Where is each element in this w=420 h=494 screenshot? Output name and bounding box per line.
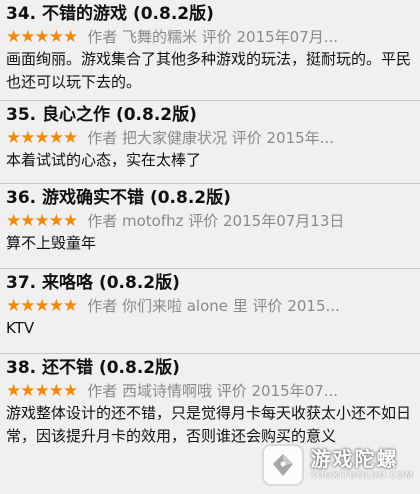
review-body: KTV — [6, 319, 35, 337]
review-body: 画面绚丽。游戏集合了其他多种游戏的玩法，挺耐玩的。平民也还可以玩下去的。 — [6, 50, 412, 91]
star-rating: ★★★★★ — [6, 27, 78, 47]
review-title: 36. 游戏确实不错 (0.8.2版) — [6, 188, 231, 208]
review-author-date: 作者 motofhz 评价 2015年07月13日 — [87, 212, 345, 230]
review-title: 37. 来咯咯 (0.8.2版) — [6, 273, 180, 293]
review-author-date: 作者 把大家健康状况 评价 2015年... — [87, 129, 334, 147]
watermark: 游戏陀螺 YOUXITUOLUO.COM — [262, 444, 414, 486]
review-meta: ★★★★★ 作者 把大家健康状况 评价 2015年... — [6, 127, 414, 149]
review-body: 算不上毁童年 — [6, 234, 97, 252]
review-item[interactable]: 36. 游戏确实不错 (0.8.2版) ★★★★★ 作者 motofhz 评价 … — [0, 184, 420, 269]
review-item[interactable]: 38. 还不错 (0.8.2版) ★★★★★ 作者 西域诗情啊哦 评价 2015… — [0, 354, 420, 494]
star-rating: ★★★★★ — [6, 211, 78, 231]
watermark-domain: YOUXITUOLUO.COM — [310, 471, 414, 481]
star-rating: ★★★★★ — [6, 296, 78, 316]
star-rating: ★★★★★ — [6, 381, 78, 401]
review-item[interactable]: 34. 不错的游戏 (0.8.2版) ★★★★★ 作者 飞舞的糯米 评价 201… — [0, 0, 420, 101]
star-rating: ★★★★★ — [6, 128, 78, 148]
review-title: 34. 不错的游戏 (0.8.2版) — [6, 4, 214, 24]
review-title: 38. 还不错 (0.8.2版) — [6, 358, 180, 378]
review-body: 本着试试的心态，实在太棒了 — [6, 151, 202, 169]
review-meta: ★★★★★ 作者 motofhz 评价 2015年07月13日 — [6, 210, 414, 232]
watermark-name: 游戏陀螺 — [310, 447, 399, 471]
review-meta: ★★★★★ 作者 西域诗情啊哦 评价 2015年07... — [6, 380, 414, 402]
review-item[interactable]: 37. 来咯咯 (0.8.2版) ★★★★★ 作者 你们来啦 alone 里 评… — [0, 269, 420, 354]
review-list: 34. 不错的游戏 (0.8.2版) ★★★★★ 作者 飞舞的糯米 评价 201… — [0, 0, 420, 494]
review-author-date: 作者 你们来啦 alone 里 评价 2015... — [87, 297, 340, 315]
review-author-date: 作者 西域诗情啊哦 评价 2015年07... — [87, 382, 339, 400]
review-title: 35. 良心之作 (0.8.2版) — [6, 105, 197, 125]
review-meta: ★★★★★ 作者 飞舞的糯米 评价 2015年07月... — [6, 26, 414, 48]
review-author-date: 作者 飞舞的糯米 评价 2015年07月... — [87, 28, 339, 46]
review-item[interactable]: 35. 良心之作 (0.8.2版) ★★★★★ 作者 把大家健康状况 评价 20… — [0, 101, 420, 184]
spinning-top-logo-icon — [262, 444, 305, 486]
review-meta: ★★★★★ 作者 你们来啦 alone 里 评价 2015... — [6, 295, 414, 317]
